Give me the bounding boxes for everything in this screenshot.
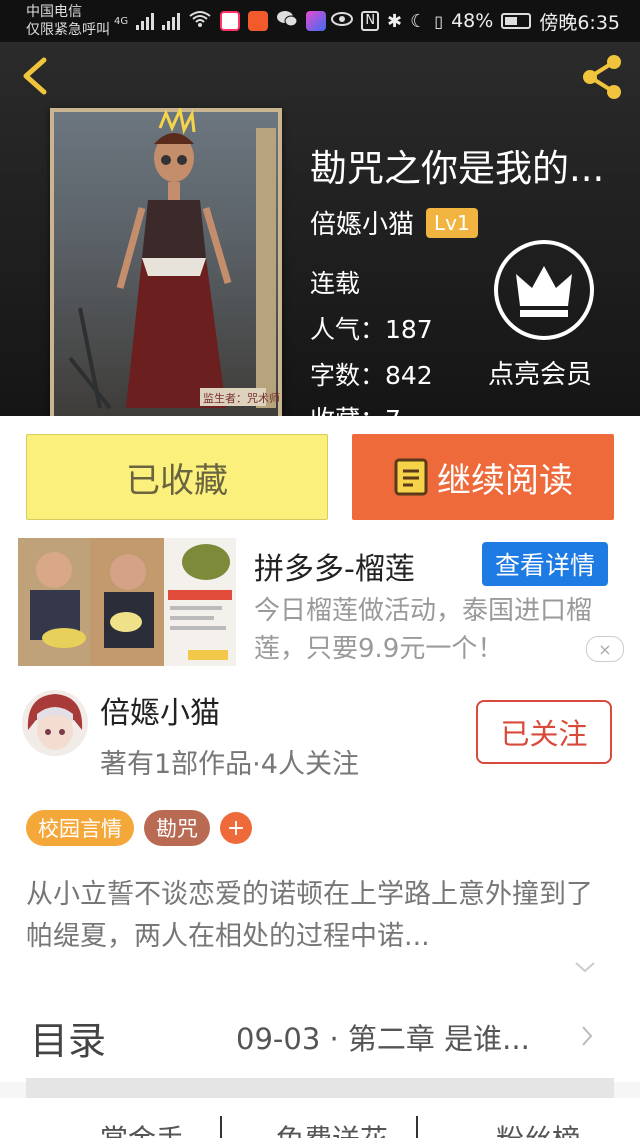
tags-section: 校园言情 勘咒 + 从小立誓不谈恋爱的诺顿在上学路上意外撞到了帕缇夏，两人在相处… xyxy=(0,790,640,986)
crown-icon xyxy=(516,266,572,317)
wechat-icon xyxy=(276,9,298,33)
continue-reading-button[interactable]: 继续阅读 xyxy=(352,434,614,520)
carrier-name: 中国电信 xyxy=(26,4,82,20)
tab-fans-ranking[interactable]: 粉丝榜 xyxy=(496,1118,580,1138)
cover-caption: 监生者：咒术师 xyxy=(203,391,280,405)
follow-button[interactable]: 已关注 xyxy=(476,700,612,764)
battery-icon xyxy=(501,13,532,29)
popularity: 人气：187 xyxy=(310,315,433,344)
tab-bounty[interactable]: 赏金手 xyxy=(100,1118,184,1138)
share-button[interactable] xyxy=(578,52,628,102)
author-card: 倍嫕小猫 著有1部作品·4人关注 已关注 xyxy=(0,674,640,790)
eye-icon xyxy=(331,10,354,32)
tag-kanzhou[interactable]: 勘咒 xyxy=(144,810,210,846)
bluetooth-icon: ✱ xyxy=(387,10,403,32)
status-icons: 4G xyxy=(114,8,327,34)
ad-detail-button[interactable]: 查看详情 xyxy=(482,542,608,586)
synopsis[interactable]: 从小立誓不谈恋爱的诺顿在上学路上意外撞到了帕缇夏，两人在相处的过程中诺... xyxy=(26,874,616,958)
video-app-icon xyxy=(248,11,269,31)
author-row: 倍嫕小猫 Lv1 xyxy=(310,204,478,241)
book-header: 监生者：咒术师 勘咒之你是我的... 倍嫕小猫 Lv1 连载 人气：187 字数… xyxy=(0,42,640,416)
bottom-tabs: 赏金手 免费送花 粉丝榜 xyxy=(0,1098,640,1138)
latest-chapter: 09-03 · 第二章 是谁... xyxy=(236,1022,530,1056)
favorites-count: 收藏：7 xyxy=(310,400,401,416)
tab-separator xyxy=(220,1116,222,1138)
cover-illustration: 监生者：咒术师 xyxy=(50,108,282,416)
back-button[interactable] xyxy=(14,54,58,98)
ad-title[interactable]: 拼多多-榴莲 xyxy=(254,544,415,588)
vip-button[interactable] xyxy=(494,240,594,340)
signal-icon xyxy=(136,12,155,30)
tag-campus-romance[interactable]: 校园言情 xyxy=(26,810,134,846)
book-icon xyxy=(394,458,428,496)
book-title: 勘咒之你是我的... xyxy=(310,147,605,190)
continue-reading-label: 继续阅读 xyxy=(437,460,573,501)
add-tag-button[interactable]: + xyxy=(220,812,252,844)
network-type: 4G xyxy=(114,15,129,27)
ad-close-button[interactable]: × xyxy=(586,636,624,662)
carrier-note: 仅限紧急呼叫 xyxy=(26,22,110,38)
app-notification-icon xyxy=(220,11,241,31)
tab-separator xyxy=(416,1116,418,1138)
tag-row: 校园言情 勘咒 + xyxy=(26,810,252,846)
status-right: N ✱ ☾ ▯ 48% 傍晚6:35 xyxy=(331,8,620,34)
clock: 傍晚6:35 xyxy=(539,11,620,34)
share-icon xyxy=(583,55,621,99)
ad-image[interactable] xyxy=(18,538,236,666)
chevron-right-icon xyxy=(582,1026,593,1046)
author-name[interactable]: 倍嫕小猫 xyxy=(310,204,414,241)
chevron-down-icon[interactable] xyxy=(574,960,596,974)
serial-status: 连载 xyxy=(310,269,361,298)
ad-banner[interactable]: 拼多多-榴莲 查看详情 今日榴莲做活动，泰国进口榴莲，只要9.9元一个！ × xyxy=(0,526,640,674)
signal-2-icon xyxy=(162,12,181,30)
moon-icon: ☾ xyxy=(410,10,427,32)
catalog-row[interactable]: 目录 09-03 · 第二章 是谁... xyxy=(0,986,640,1082)
level-badge: Lv1 xyxy=(426,207,478,238)
ad-description: 今日榴莲做活动，泰国进口榴莲，只要9.9元一个！ xyxy=(254,596,593,664)
word-count: 字数：842 xyxy=(310,361,433,390)
wifi-icon xyxy=(188,10,212,32)
vip-label[interactable]: 点亮会员 xyxy=(488,354,592,391)
vibrate-icon: ▯ xyxy=(434,11,444,31)
book-cover[interactable]: 监生者：咒术师 xyxy=(50,108,282,416)
chevron-left-icon xyxy=(23,57,47,95)
author-meta: 著有1部作品·4人关注 xyxy=(100,749,359,780)
gallery-app-icon xyxy=(306,11,327,31)
action-bar: 已收藏 继续阅读 xyxy=(0,416,640,526)
nfc-icon: N xyxy=(361,11,380,31)
status-bar: 中国电信 仅限紧急呼叫 4G N ✱ ☾ ▯ 48% 傍晚6:35 xyxy=(0,0,640,42)
avatar[interactable] xyxy=(22,690,88,756)
tab-free-flowers[interactable]: 免费送花 xyxy=(276,1118,388,1138)
battery-percent: 48% xyxy=(451,10,494,32)
collect-button[interactable]: 已收藏 xyxy=(26,434,328,520)
catalog-title: 目录 xyxy=(30,1019,107,1063)
carrier-info: 中国电信 仅限紧急呼叫 xyxy=(26,3,110,39)
section-separator xyxy=(26,1078,614,1098)
author-card-name[interactable]: 倍嫕小猫 xyxy=(100,688,220,732)
